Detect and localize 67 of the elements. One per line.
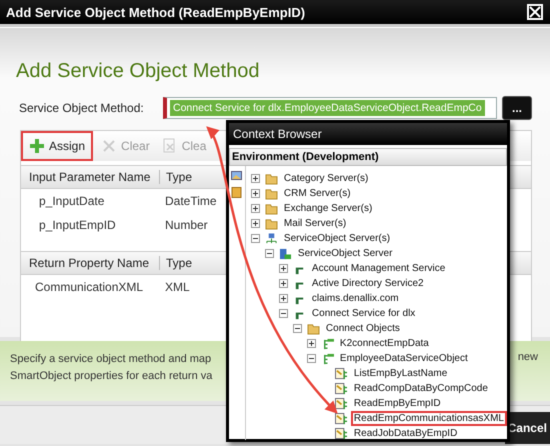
table-cell-text: Number [164,218,208,232]
expand-icon[interactable] [250,189,260,198]
server-icon [278,248,292,260]
tree-item[interactable]: Connect Service for dlx [308,306,418,321]
field-label: Service Object Method: [18,101,145,115]
tree-item[interactable]: Account Management Service [308,261,448,276]
tree-item[interactable]: Exchange Server(s) [280,201,376,216]
method-icon [334,398,348,410]
network-icon [264,232,278,244]
folder-icon [306,322,320,334]
dialog-heading: Add Service Object Method [16,59,260,84]
column-header: Return Property Name [28,256,150,270]
expand-icon[interactable] [278,279,288,288]
table-cell-text: p_InputDate [38,194,106,208]
folder-icon [264,172,278,184]
info-text: SmartObject properties for each return va [10,369,212,384]
expand-icon[interactable] [250,204,260,213]
method-icon [334,368,348,380]
expand-icon[interactable] [278,294,288,303]
folder-icon[interactable] [231,187,242,198]
tree-item[interactable]: Active Directory Service2 [308,276,427,291]
method-icon [334,382,348,394]
tree-item[interactable]: claims.denallix.com [308,291,402,306]
panel-title: Context Browser [229,123,507,145]
method-icon [334,412,348,424]
plus-icon [29,138,45,154]
collapse-icon[interactable] [264,249,274,258]
table-cell-text: XML [164,280,190,294]
x-icon [101,138,118,154]
close-icon[interactable] [526,3,544,21]
tree-item[interactable]: ReadCompDataByCompCode [350,381,491,396]
column-header: Type [159,170,192,184]
tree-item[interactable]: EmployeeDataServiceObject [336,351,471,366]
table-cell-text: CommunicationXML [34,280,144,294]
folder-icon [264,218,278,230]
info-text: Specify a service object method and map [10,352,212,367]
collapse-icon[interactable] [292,324,302,333]
environment-header: Environment (Development) [229,148,507,166]
expand-icon[interactable] [250,219,260,228]
tree-item[interactable]: ReadEmpByEmpID [350,396,444,411]
collapse-icon[interactable] [250,234,260,243]
expand-icon[interactable] [250,174,260,183]
toolbar-button[interactable]: Assign [21,131,94,161]
method-icon [334,428,348,440]
table-cell-text: DateTime [164,194,217,208]
image-icon[interactable] [231,170,242,181]
info-text: new [518,351,538,365]
tree-item[interactable]: ServiceObject Server [294,246,396,261]
folder-icon [264,202,278,214]
table-cell-text: p_InputEmpID [38,218,117,232]
browse-button[interactable]: ... [502,96,532,120]
tree-item[interactable]: Connect Objects [322,321,403,336]
tree-item[interactable]: K2connectEmpData [336,336,432,351]
tree-item[interactable]: Mail Server(s) [280,216,350,231]
column-header: Input Parameter Name [28,170,152,184]
collapse-icon[interactable] [278,309,288,318]
tree-item[interactable]: ReadJobDataByEmpID [350,426,460,441]
tree-item[interactable]: ListEmpByLastName [350,366,450,381]
collapse-icon[interactable] [306,354,316,363]
expand-icon[interactable] [278,264,288,273]
expand-icon[interactable] [306,339,316,348]
column-header: Type [159,256,192,270]
tree-item[interactable]: ReadEmpCommunicationsasXML [350,411,507,426]
tree-item[interactable]: CRM Server(s) [280,186,354,201]
tree-item[interactable]: ServiceObject Server(s) [280,231,394,246]
window-title: Add Service Object Method (ReadEmpByEmpID) [6,4,306,20]
tree-item[interactable]: Category Server(s) [280,171,372,186]
